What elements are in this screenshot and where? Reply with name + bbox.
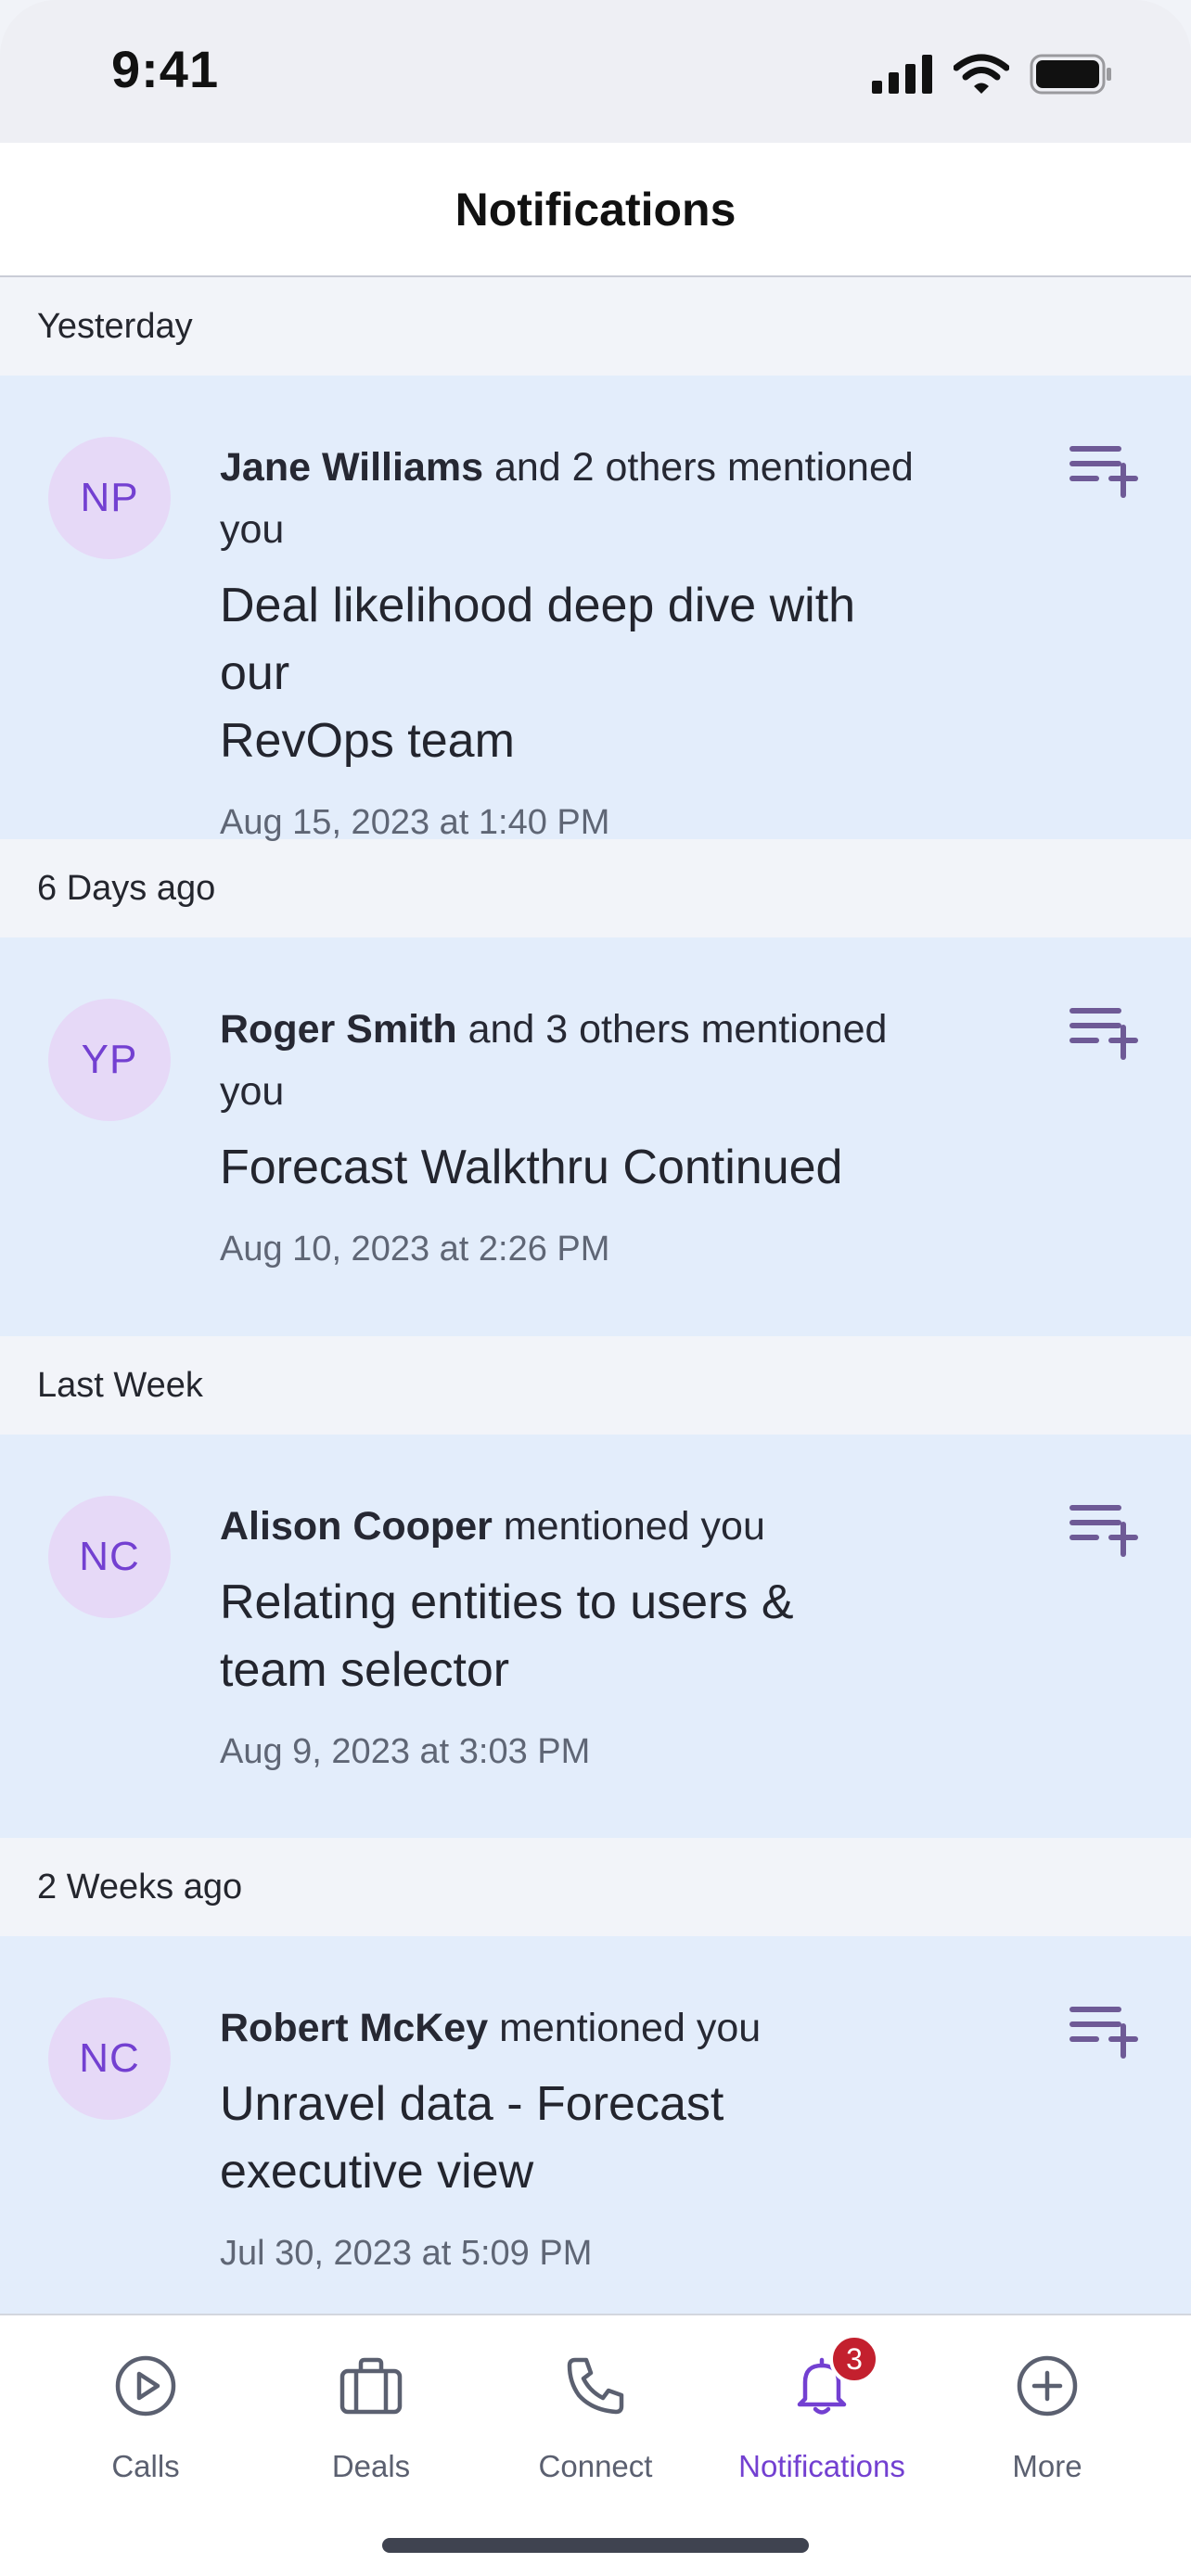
section-header-6-days-ago: 6 Days ago bbox=[0, 839, 1191, 937]
tab-label: More bbox=[1012, 2449, 1082, 2483]
tab-label: Deals bbox=[331, 2449, 411, 2483]
mention-text: mentioned you bbox=[488, 2006, 762, 2050]
tab-label: Connect bbox=[538, 2449, 653, 2483]
mentioner-name: Alison Cooper bbox=[220, 1504, 493, 1549]
notification-card[interactable]: NC Alison Cooper mentioned you Relating … bbox=[0, 1435, 1191, 1838]
notification-timestamp: Aug 10, 2023 at 2:26 PM bbox=[220, 1230, 610, 1269]
notification-content: Jane Williams and 2 others mentioned you… bbox=[220, 437, 925, 843]
add-to-playlist-icon[interactable] bbox=[1069, 2003, 1140, 2060]
mentioner-name: Jane Williams bbox=[220, 445, 484, 490]
tab-notifications[interactable]: 3 Notifications bbox=[720, 2334, 924, 2484]
notification-headline: Roger Smith and 3 others mentioned you bbox=[220, 999, 925, 1123]
status-icons bbox=[872, 54, 1113, 95]
cellular-signal-icon bbox=[872, 55, 932, 94]
section-header-last-week: Last Week bbox=[0, 1336, 1191, 1435]
mentioner-name: Roger Smith bbox=[220, 1007, 457, 1052]
notification-card[interactable]: NP Jane Williams and 2 others mentioned … bbox=[0, 376, 1191, 842]
bell-icon-wrapper: 3 bbox=[788, 2334, 879, 2419]
tab-more[interactable]: More bbox=[945, 2353, 1149, 2484]
notification-subject: Forecast Walkthru Continued bbox=[220, 1134, 925, 1202]
notification-subject: Relating entities to users & team select… bbox=[220, 1569, 925, 1704]
notification-count-badge: 3 bbox=[829, 2334, 879, 2384]
notification-card[interactable]: NC Robert McKey mentioned you Unravel da… bbox=[0, 1936, 1191, 2316]
notification-content: Robert McKey mentioned you Unravel data … bbox=[220, 1997, 925, 2274]
notification-headline: Robert McKey mentioned you bbox=[220, 1997, 925, 2060]
section-header-yesterday: Yesterday bbox=[0, 277, 1191, 376]
home-indicator[interactable] bbox=[382, 2538, 809, 2553]
notification-card[interactable]: YP Roger Smith and 3 others mentioned yo… bbox=[0, 937, 1191, 1336]
notification-timestamp: Aug 9, 2023 at 3:03 PM bbox=[220, 1732, 591, 1771]
notification-content: Alison Cooper mentioned you Relating ent… bbox=[220, 1496, 925, 1772]
section-header-2-weeks-ago: 2 Weeks ago bbox=[0, 1838, 1191, 1936]
subject-line: Relating entities to users & bbox=[220, 1575, 794, 1629]
notification-timestamp: Jul 30, 2023 at 5:09 PM bbox=[220, 2234, 593, 2273]
subject-line: executive view bbox=[220, 2145, 534, 2199]
add-to-playlist-icon[interactable] bbox=[1069, 1501, 1140, 1559]
page-title: Notifications bbox=[455, 183, 736, 236]
notification-subject: Deal likelihood deep dive with our RevOp… bbox=[220, 572, 925, 775]
notification-subject: Unravel data - Forecast executive view bbox=[220, 2071, 925, 2206]
tab-connect[interactable]: Connect bbox=[493, 2353, 698, 2484]
plus-circle-icon bbox=[1017, 2355, 1078, 2417]
avatar: YP bbox=[48, 999, 171, 1121]
wifi-icon bbox=[954, 54, 1009, 94]
notification-headline: Alison Cooper mentioned you bbox=[220, 1496, 925, 1558]
tab-label: Calls bbox=[111, 2449, 180, 2483]
subject-line: team selector bbox=[220, 1643, 510, 1697]
notification-content: Roger Smith and 3 others mentioned you F… bbox=[220, 999, 925, 1269]
subject-line: Unravel data - Forecast bbox=[220, 2077, 724, 2131]
tab-deals[interactable]: Deals bbox=[269, 2353, 473, 2484]
page-header: Notifications bbox=[0, 143, 1191, 277]
briefcase-icon bbox=[339, 2357, 403, 2415]
bottom-tab-bar: Calls Deals Connect 3 Notifications More bbox=[0, 2314, 1191, 2576]
phone-icon bbox=[567, 2357, 624, 2415]
add-to-playlist-icon[interactable] bbox=[1069, 1004, 1140, 1062]
mentioner-name: Robert McKey bbox=[220, 2006, 489, 2050]
notification-headline: Jane Williams and 2 others mentioned you bbox=[220, 437, 925, 561]
avatar: NP bbox=[48, 437, 171, 559]
notification-feed[interactable]: Yesterday NP Jane Williams and 2 others … bbox=[0, 277, 1191, 2316]
play-circle-icon bbox=[115, 2355, 176, 2417]
subject-line: Forecast Walkthru Continued bbox=[220, 1141, 843, 1194]
status-bar: 9:41 bbox=[0, 0, 1191, 143]
status-time: 9:41 bbox=[111, 40, 220, 98]
battery-icon bbox=[1030, 54, 1111, 95]
mention-text: mentioned you bbox=[492, 1504, 765, 1549]
tab-calls[interactable]: Calls bbox=[44, 2353, 248, 2484]
add-to-playlist-icon[interactable] bbox=[1069, 442, 1140, 500]
subject-line: Deal likelihood deep dive with our bbox=[220, 579, 856, 700]
avatar: NC bbox=[48, 1997, 171, 2120]
notification-timestamp: Aug 15, 2023 at 1:40 PM bbox=[220, 803, 610, 842]
subject-line: RevOps team bbox=[220, 714, 515, 768]
avatar: NC bbox=[48, 1496, 171, 1618]
tab-label: Notifications bbox=[738, 2449, 905, 2483]
